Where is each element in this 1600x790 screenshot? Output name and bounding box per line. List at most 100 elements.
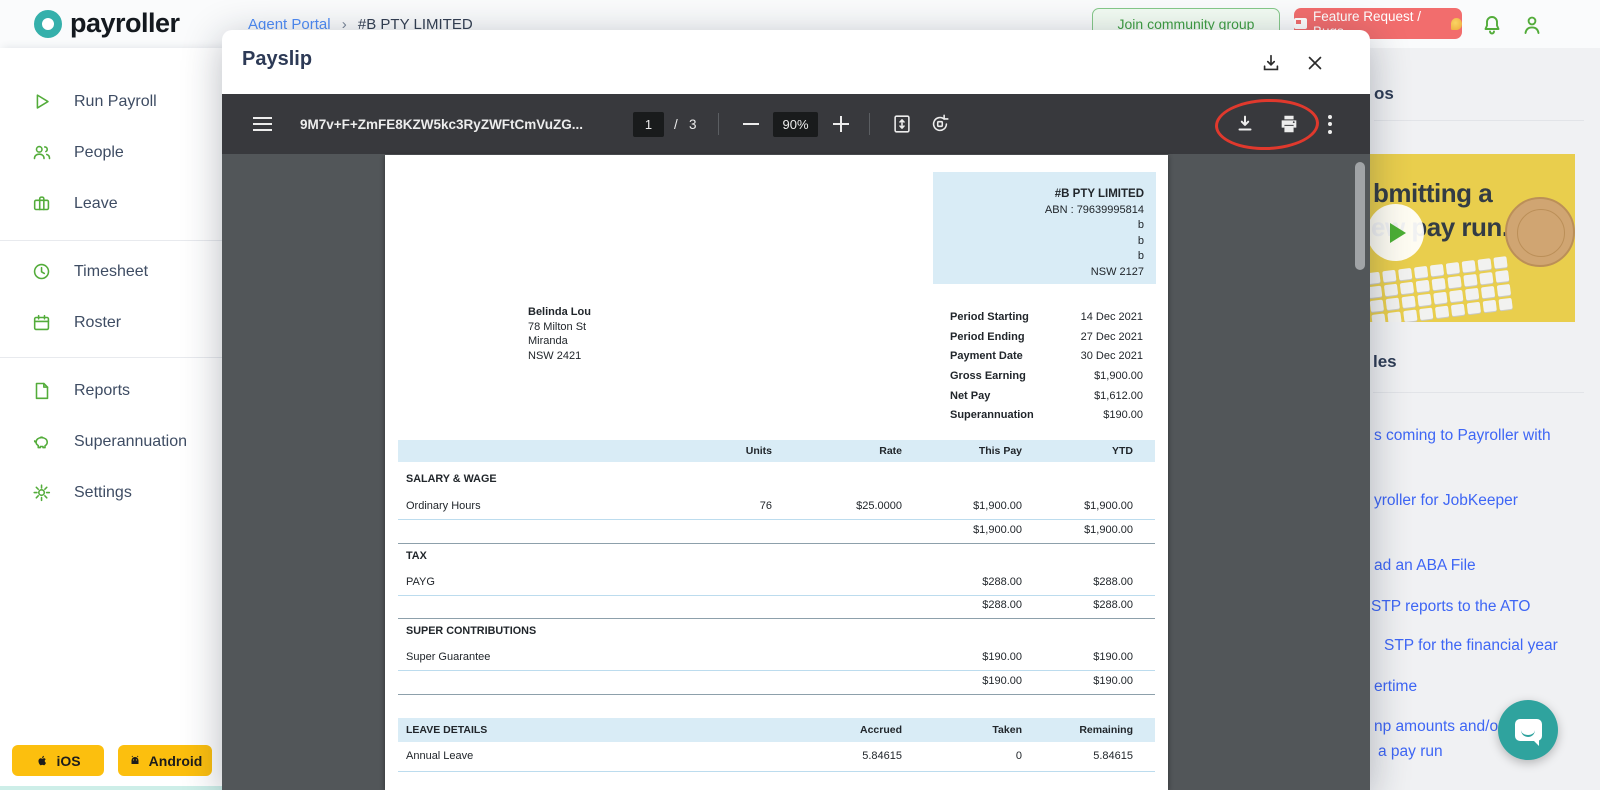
employee-name: Belinda Lou (528, 306, 591, 318)
calendar-icon (33, 314, 50, 331)
section-title: SALARY & WAGE (406, 473, 497, 485)
section-title: SUPER CONTRIBUTIONS (406, 625, 537, 637)
document-icon (35, 382, 49, 400)
apple-icon (38, 755, 47, 766)
sidebar-divider (0, 240, 222, 241)
sidebar-item-label: Settings (74, 484, 132, 501)
ios-label: iOS (56, 752, 81, 769)
sidebar-item-leave[interactable]: Leave (0, 187, 222, 221)
payroller-logo[interactable]: payroller (34, 8, 180, 39)
sidebar-item-settings[interactable]: Settings (0, 476, 222, 510)
sidebar-item-timesheet[interactable]: Timesheet (0, 255, 222, 289)
pdf-rotate-icon[interactable] (929, 94, 951, 154)
modal-title: Payslip (242, 48, 313, 70)
video-thumbnail-submitting-pay-run[interactable]: bmitting a ew pay run. (1345, 154, 1575, 322)
employee-address-line: NSW 2421 (528, 349, 582, 362)
chat-widget-button[interactable] (1498, 700, 1558, 760)
notifications-bell-icon[interactable] (1480, 13, 1504, 37)
clap-emoji-icon (1450, 17, 1462, 30)
table-row: PAYG $288.00 $288.00 (406, 576, 1133, 588)
sidebar-item-label: Leave (74, 195, 118, 212)
panel-divider (1373, 392, 1584, 393)
app-root: payroller Agent Portal › #B PTY LIMITED … (0, 0, 1600, 790)
pdf-viewport: #B PTY LIMITED ABN : 79639995814 b b b N… (222, 154, 1370, 790)
summary-row: Superannuation $190.00 (950, 409, 1143, 422)
pdf-page-total: 3 (689, 116, 697, 132)
people-icon (33, 145, 51, 160)
user-guide-banner[interactable]: User Guide (0, 786, 222, 790)
screen-icon (1294, 18, 1307, 29)
keyboard-photo (1366, 255, 1521, 322)
company-address-line: b (1137, 219, 1144, 232)
table-row: Ordinary Hours 76 $25.0000 $1,900.00 $1,… (406, 500, 1133, 512)
sidebar-item-label: Timesheet (74, 263, 149, 280)
article-link[interactable]: ertime (1374, 678, 1417, 696)
summary-row: Period Starting 14 Dec 2021 (950, 311, 1143, 323)
leave-details-header: LEAVE DETAILS Accrued Taken Remaining (398, 718, 1155, 742)
sidebar-item-reports[interactable]: Reports (0, 374, 222, 408)
pdf-filename: 9M7v+F+ZmFE8KZW5kc3RyZWFtCmVuZG... (300, 116, 584, 132)
payslip-page: #B PTY LIMITED ABN : 79639995814 b b b N… (385, 155, 1168, 790)
briefcase-icon (33, 196, 50, 211)
modal-close-icon[interactable] (1304, 52, 1326, 74)
article-link[interactable]: yroller for JobKeeper (1374, 492, 1518, 510)
summary-row: Payment Date 30 Dec 2021 (950, 350, 1143, 363)
company-abn: ABN : 79639995814 (1044, 203, 1144, 216)
chat-bubble-icon (1514, 719, 1542, 746)
summary-row: Period Ending 27 Dec 2021 (950, 330, 1143, 343)
modal-download-icon[interactable] (1260, 52, 1282, 74)
pdf-page-separator: / (674, 116, 678, 132)
company-info-box: #B PTY LIMITED ABN : 79639995814 b b b N… (933, 172, 1156, 284)
pay-summary-block: Period Starting 14 Dec 2021 Period Ending… (950, 311, 1143, 429)
pdf-more-options-icon[interactable] (1328, 94, 1332, 154)
android-icon (131, 755, 139, 764)
company-address-line: b (1137, 234, 1144, 247)
row-divider (398, 519, 1155, 520)
ios-app-button[interactable]: iOS (12, 745, 104, 776)
subtotal-divider (398, 543, 1155, 544)
play-button[interactable] (1367, 204, 1424, 261)
row-divider (398, 771, 1155, 772)
pdf-zoom-in-icon[interactable] (833, 94, 849, 154)
sidebar-item-superannuation[interactable]: Superannuation (0, 425, 222, 459)
sidebar-nav: Run Payroll People Leave Timesheet Roste… (0, 48, 222, 790)
gear-icon (33, 484, 51, 502)
article-link[interactable]: s coming to Payroller with (1374, 427, 1551, 445)
play-icon (36, 94, 49, 109)
article-link[interactable]: np amounts and/or (1374, 718, 1503, 736)
row-divider (398, 670, 1155, 671)
clock-icon (33, 263, 50, 280)
summary-row: Gross Earning $1,900.00 (950, 370, 1143, 383)
piggy-bank-icon (33, 436, 49, 449)
sidebar-item-label: People (74, 144, 124, 161)
article-link[interactable]: STP reports to the ATO (1371, 598, 1530, 616)
sidebar-item-people[interactable]: People (0, 136, 222, 170)
article-link[interactable]: STP for the financial year (1384, 637, 1558, 655)
android-app-button[interactable]: Android (118, 745, 212, 776)
subtotal-divider (398, 694, 1155, 695)
pdf-menu-icon[interactable] (253, 94, 272, 154)
section-title: TAX (406, 550, 427, 562)
subtotal-row: $1,900.00 $1,900.00 (973, 524, 1133, 536)
sidebar-item-label: Roster (74, 314, 122, 331)
panel-divider (1374, 120, 1584, 121)
pdf-scrollbar-thumb[interactable] (1355, 162, 1365, 270)
row-divider (398, 595, 1155, 596)
article-link[interactable]: a pay run (1378, 743, 1443, 761)
subtotal-divider (398, 618, 1155, 619)
pdf-zoom-out-icon[interactable] (743, 94, 759, 154)
summary-row: Net Pay $1,612.00 (950, 389, 1143, 402)
user-account-icon[interactable] (1520, 13, 1544, 37)
sidebar-item-run-payroll[interactable]: Run Payroll (0, 85, 222, 119)
toolbar-separator (869, 113, 870, 135)
company-name: #B PTY LIMITED (1054, 188, 1144, 200)
pdf-fit-page-icon[interactable] (891, 94, 913, 154)
article-link[interactable]: ad an ABA File (1374, 557, 1476, 575)
table-row: Annual Leave 5.84615 0 5.84615 (406, 750, 1133, 762)
company-address-line: b (1137, 250, 1144, 263)
sidebar-divider (0, 357, 222, 358)
sidebar-item-roster[interactable]: Roster (0, 306, 222, 340)
pdf-zoom-level[interactable]: 90% (773, 94, 818, 154)
pdf-page-input[interactable]: 1 (633, 94, 664, 154)
sidebar-item-label: Superannuation (74, 433, 187, 450)
